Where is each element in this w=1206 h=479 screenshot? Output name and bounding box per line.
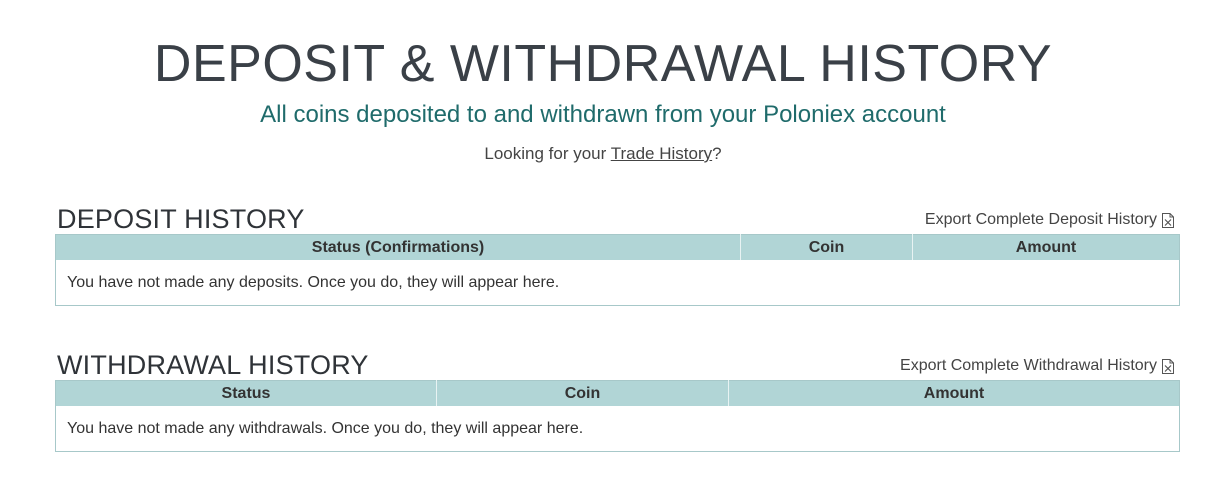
table-row: You have not made any withdrawals. Once …: [56, 406, 1180, 452]
trade-history-link[interactable]: Trade History: [611, 144, 712, 163]
trade-history-prompt: Looking for your Trade History?: [0, 143, 1206, 165]
trade-history-prefix: Looking for your: [484, 144, 611, 163]
withdrawal-history-table: Status Coin Amount You have not made any…: [55, 380, 1180, 452]
page-subtitle: All coins deposited to and withdrawn fro…: [260, 101, 946, 128]
excel-file-icon[interactable]: [1162, 358, 1174, 374]
column-header-coin[interactable]: Coin: [436, 380, 729, 406]
table-row: You have not made any deposits. Once you…: [56, 260, 1180, 306]
column-header-coin[interactable]: Coin: [740, 234, 913, 260]
deposit-history-table: Status (Confirmations) Coin Amount You h…: [55, 234, 1180, 306]
page: DEPOSIT & WITHDRAWAL HISTORY All coins d…: [0, 0, 1206, 479]
page-title: DEPOSIT & WITHDRAWAL HISTORY: [153, 35, 1053, 93]
export-deposit-history-link[interactable]: Export Complete Deposit History: [925, 210, 1174, 230]
withdrawal-history-header: WITHDRAWAL HISTORY Export Complete Withd…: [55, 348, 1180, 380]
withdrawal-history-section: WITHDRAWAL HISTORY Export Complete Withd…: [55, 348, 1180, 452]
export-withdrawal-history-link[interactable]: Export Complete Withdrawal History: [900, 356, 1174, 376]
export-deposit-history-label[interactable]: Export Complete Deposit History: [925, 210, 1157, 230]
deposit-history-header: DEPOSIT HISTORY Export Complete Deposit …: [55, 202, 1180, 234]
column-header-amount[interactable]: Amount: [912, 234, 1180, 260]
deposit-history-section: DEPOSIT HISTORY Export Complete Deposit …: [55, 202, 1180, 306]
column-header-amount[interactable]: Amount: [728, 380, 1180, 406]
trade-history-suffix: ?: [712, 144, 722, 163]
empty-state-message: You have not made any withdrawals. Once …: [67, 419, 584, 437]
export-withdrawal-history-label[interactable]: Export Complete Withdrawal History: [900, 356, 1157, 376]
column-header-status[interactable]: Status (Confirmations): [55, 234, 741, 260]
excel-file-icon[interactable]: [1162, 212, 1174, 228]
withdrawal-history-title: WITHDRAWAL HISTORY: [57, 350, 369, 380]
table-header-row: Status (Confirmations) Coin Amount: [55, 234, 1180, 260]
deposit-history-title: DEPOSIT HISTORY: [57, 204, 305, 234]
empty-state-message: You have not made any deposits. Once you…: [67, 273, 560, 291]
column-header-status[interactable]: Status: [55, 380, 437, 406]
table-header-row: Status Coin Amount: [55, 380, 1180, 406]
